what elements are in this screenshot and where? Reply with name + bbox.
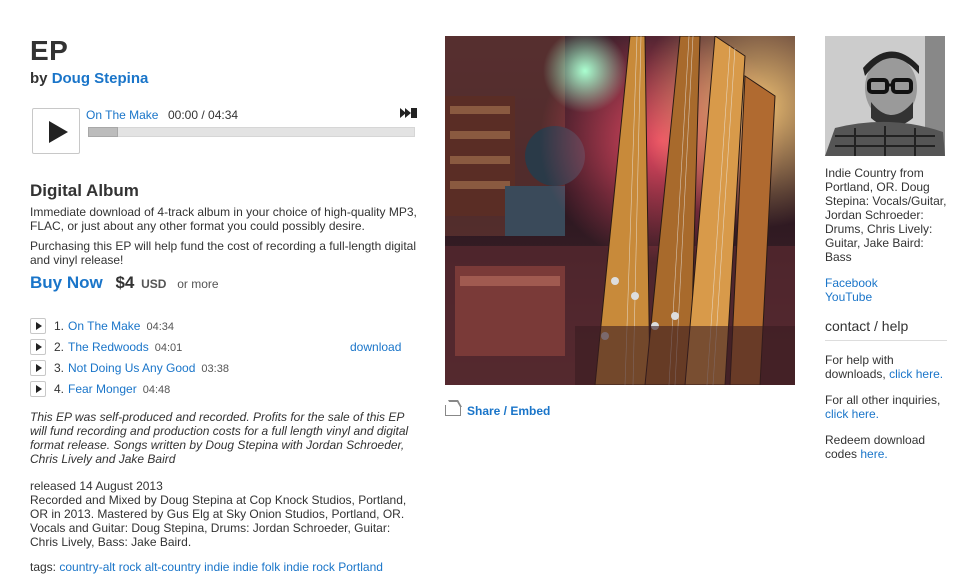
track-list: 1. On The Make 04:34 2. The Redwoods 04:01…: [30, 317, 410, 401]
format-heading: Digital Album: [30, 181, 139, 200]
buy-section: Digital Album Immediate download of 4-tr…: [30, 181, 420, 293]
artist-bio: Indie Country from Portland, OR. Doug St…: [825, 166, 947, 264]
next-track-icon-bar: [413, 108, 415, 118]
tag-link[interactable]: Portland: [338, 560, 383, 574]
buy-row: Buy Now $4 USD or more: [30, 273, 420, 293]
artist-photo[interactable]: [825, 36, 945, 156]
credits-text: Recorded and Mixed by Doug Stepina at Co…: [30, 493, 407, 549]
by-prefix: by: [30, 70, 48, 87]
youtube-link[interactable]: YouTube: [825, 290, 872, 304]
progress-bar[interactable]: [88, 127, 415, 137]
other-link[interactable]: click here.: [825, 407, 879, 421]
tags-label: tags:: [30, 560, 57, 574]
track-duration: 04:34: [146, 321, 175, 333]
help-downloads: For help with downloads, click here.: [825, 353, 947, 381]
track-play-icon[interactable]: [30, 339, 46, 355]
tag-link[interactable]: alt-country: [145, 560, 201, 574]
share-icon: [445, 405, 461, 416]
artist-sidebar: Indie Country from Portland, OR. Doug St…: [825, 36, 947, 461]
format-description: Immediate download of 4-track album in y…: [30, 205, 417, 233]
album-about: This EP was self-produced and recorded. …: [30, 410, 409, 466]
next-track-icon[interactable]: [400, 108, 414, 120]
track-play-icon[interactable]: [30, 381, 46, 397]
track-time: 00:00 / 04:34: [168, 108, 239, 122]
other-inquiries: For all other inquiries, click here.: [825, 393, 947, 421]
track-title-link[interactable]: Not Doing Us Any Good: [68, 361, 195, 375]
release-date: released 14 August 2013: [30, 479, 163, 493]
tag-link[interactable]: country-alt: [59, 560, 115, 574]
progress-knob[interactable]: [88, 127, 118, 137]
other-text: For all other inquiries,: [825, 393, 941, 407]
share-embed[interactable]: Share / Embed: [445, 404, 550, 418]
track-number: 4.: [54, 382, 65, 396]
play-button[interactable]: [32, 108, 80, 154]
tag-link[interactable]: indie rock: [284, 560, 335, 574]
byline: by Doug Stepina: [30, 70, 420, 87]
currency: USD: [141, 277, 167, 291]
audio-player: On The Make 00:00 / 04:34: [32, 108, 415, 154]
tags: tags: country-alt rock alt-country indie…: [30, 560, 383, 574]
album-art-image: [445, 36, 795, 385]
album-info-column: EP by Doug Stepina On The Make 00:00 / 0…: [30, 35, 420, 574]
album-credits: released 14 August 2013 Recorded and Mix…: [30, 479, 420, 549]
track-title-link[interactable]: On The Make: [68, 319, 140, 333]
track-number: 2.: [54, 340, 65, 354]
redeem-codes: Redeem download codes here.: [825, 433, 947, 461]
facebook-link[interactable]: Facebook: [825, 276, 878, 290]
tag-link[interactable]: indie folk: [233, 560, 280, 574]
track-duration: 03:38: [201, 363, 229, 375]
current-track-link[interactable]: On The Make: [86, 108, 158, 122]
album-title: EP: [30, 35, 69, 66]
price: $4: [115, 273, 135, 292]
track-duration: 04:01: [154, 342, 183, 354]
tag-link[interactable]: indie: [204, 560, 229, 574]
or-more-label: or more: [177, 277, 219, 291]
purchase-note: Purchasing this EP will help fund the co…: [30, 239, 416, 267]
track-row: 2. The Redwoods 04:01 download: [30, 338, 410, 359]
track-row: 4. Fear Monger 04:48: [30, 380, 410, 401]
buy-now-button[interactable]: Buy Now: [30, 273, 103, 292]
track-duration: 04:48: [142, 384, 171, 396]
help-link[interactable]: click here.: [889, 367, 943, 381]
album-art[interactable]: [445, 36, 795, 385]
contact-heading: contact / help: [825, 318, 947, 341]
artist-link[interactable]: Doug Stepina: [52, 70, 149, 87]
contact-section: For help with downloads, click here. For…: [825, 353, 947, 461]
track-download-link[interactable]: download: [350, 338, 401, 356]
track-play-icon[interactable]: [30, 360, 46, 376]
share-embed-link[interactable]: Share / Embed: [467, 404, 550, 418]
track-title-link[interactable]: Fear Monger: [68, 382, 137, 396]
track-row: 3. Not Doing Us Any Good 03:38: [30, 359, 410, 380]
tag-link[interactable]: rock: [119, 560, 142, 574]
artist-photo-image: [825, 36, 945, 156]
help-text: For help with downloads,: [825, 353, 894, 381]
track-number: 3.: [54, 361, 65, 375]
artist-links: Facebook YouTube: [825, 276, 947, 304]
redeem-link[interactable]: here.: [860, 447, 887, 461]
track-play-icon[interactable]: [30, 318, 46, 334]
track-number: 1.: [54, 319, 65, 333]
track-row: 1. On The Make 04:34: [30, 317, 410, 338]
track-title-link[interactable]: The Redwoods: [68, 340, 149, 354]
